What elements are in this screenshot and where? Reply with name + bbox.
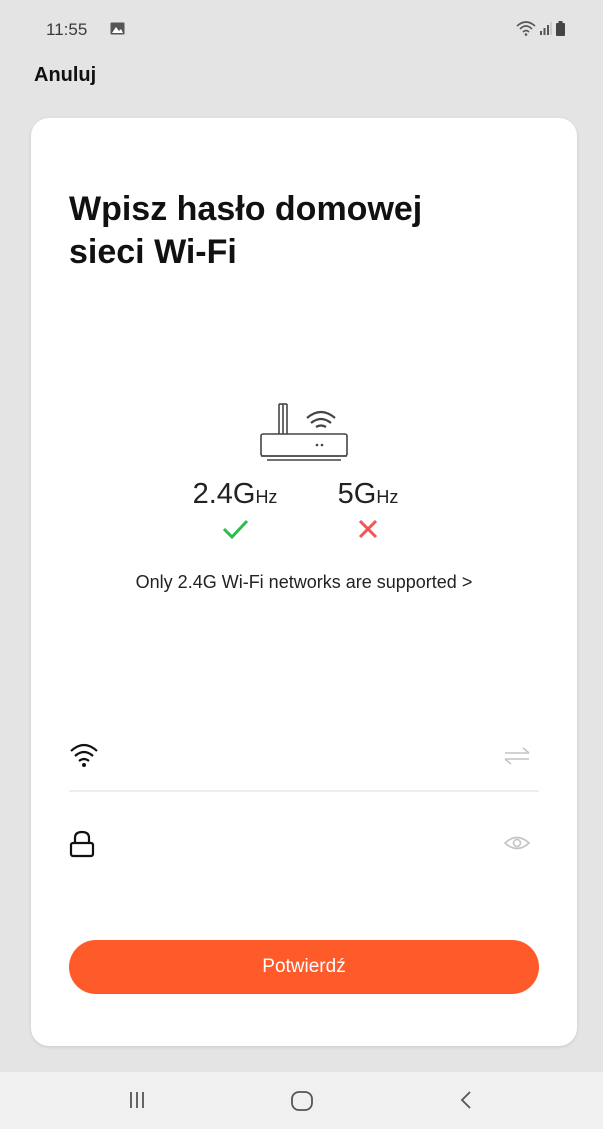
gallery-icon [110,22,125,40]
status-bar: 11:55 [0,0,603,60]
signal-icon [540,21,552,40]
router-icon [259,402,349,471]
wifi-icon [69,742,99,773]
eye-icon[interactable] [503,834,531,857]
password-input[interactable] [121,830,485,862]
cancel-button[interactable]: Anuluj [34,64,96,87]
chevron-right-icon: > [461,572,473,592]
supported-networks-text: Only 2.4G Wi-Fi networks are supported [135,572,457,592]
wifi-icon [516,20,536,41]
cross-icon [323,517,413,545]
battery-icon [556,20,565,41]
band-5ghz-label: 5GHz [337,478,399,510]
check-icon [173,517,297,545]
supported-networks-link[interactable]: Only 2.4G Wi-Fi networks are supported > [31,572,577,593]
status-icons [516,20,565,41]
recent-apps-icon[interactable] [128,1090,146,1115]
switch-network-icon[interactable] [503,746,531,771]
band-5ghz: 5GHz [323,478,413,545]
page-title: Wpisz hasło domowej sieci Wi-Fi [69,188,529,274]
band-2-4ghz-label: 2.4GHz [192,478,278,510]
system-nav-bar [0,1072,603,1129]
page-title-line-2: sieci Wi-Fi [69,233,237,271]
wifi-name-input[interactable] [121,742,485,774]
lock-icon [69,830,95,863]
status-time: 11:55 [46,20,88,39]
page-title-line-1: Wpisz hasło domowej [69,190,423,228]
wifi-network-field [69,730,539,792]
frequency-bands: 2.4GHz 5GHz [31,478,577,568]
back-icon[interactable] [459,1090,473,1115]
password-field [69,818,539,878]
home-icon[interactable] [290,1090,314,1117]
wifi-password-card: Wpisz hasło domowej sieci Wi-Fi 2.4GHz 5… [31,118,577,1046]
band-2-4ghz: 2.4GHz [173,478,297,545]
confirm-button[interactable]: Potwierdź [69,940,539,994]
